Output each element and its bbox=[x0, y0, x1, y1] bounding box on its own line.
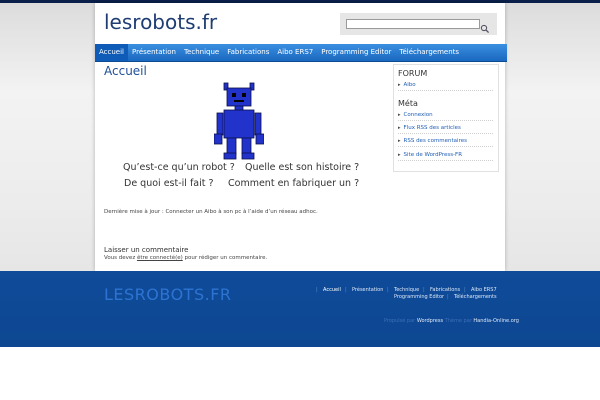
footer-nav-fabrications[interactable]: Fabrications bbox=[430, 287, 460, 293]
comment-notice-post: pour rédiger un commentaire. bbox=[182, 255, 268, 261]
login-link[interactable]: être connecté(e) bbox=[137, 255, 183, 261]
last-update-text: Dernière mise à jour : Connecter un Aibo… bbox=[104, 209, 318, 215]
footer-nav-telechargements[interactable]: Téléchargements bbox=[454, 294, 497, 300]
sidebar-item-connexion[interactable]: Connexion bbox=[398, 110, 493, 121]
question-how-to-build[interactable]: Comment en fabriquer un ? bbox=[228, 178, 359, 189]
nav-presentation[interactable]: Présentation bbox=[128, 44, 180, 61]
footer-nav-presentation[interactable]: Présentation bbox=[352, 287, 383, 293]
comment-notice: Vous devez être connecté(e) pour rédiger… bbox=[104, 255, 267, 261]
nav-technique[interactable]: Technique bbox=[180, 44, 223, 61]
main-nav: Accueil Présentation Technique Fabricati… bbox=[95, 44, 507, 62]
nav-accueil[interactable]: Accueil bbox=[95, 44, 128, 61]
search-icon[interactable] bbox=[480, 19, 490, 34]
question-history[interactable]: Quelle est son histoire ? bbox=[245, 162, 359, 173]
nav-aibo-ers7[interactable]: Aibo ERS7 bbox=[273, 44, 317, 61]
footer-separator: | bbox=[423, 287, 425, 293]
sidebar-item-rss-comments[interactable]: RSS des commentaires bbox=[398, 136, 493, 147]
comment-notice-pre: Vous devez bbox=[104, 255, 137, 261]
question-made-of[interactable]: De quoi est-il fait ? bbox=[124, 178, 214, 189]
credit-mid: Thème par bbox=[444, 318, 472, 324]
nav-fabrications[interactable]: Fabrications bbox=[223, 44, 273, 61]
sidebar-item-rss-articles[interactable]: Flux RSS des articles bbox=[398, 123, 493, 134]
footer-separator: | bbox=[464, 287, 466, 293]
footer-nav-technique[interactable]: Technique bbox=[394, 287, 419, 293]
sidebar-item-aibo[interactable]: Aibo bbox=[398, 80, 493, 91]
comment-heading: Laisser un commentaire bbox=[104, 246, 189, 254]
footer-nav-programming-editor[interactable]: Programming Editor bbox=[394, 294, 444, 300]
footer-logo: LESROBOTS.FR bbox=[104, 285, 232, 304]
search-input[interactable] bbox=[346, 19, 480, 29]
site-title[interactable]: lesrobots.fr bbox=[104, 10, 217, 34]
credit-prefix: Propulsé par bbox=[384, 318, 416, 324]
nav-programming-editor[interactable]: Programming Editor bbox=[317, 44, 395, 61]
sidebar-meta-heading: Méta bbox=[398, 99, 418, 108]
credit-wordpress-link[interactable]: Wordpress bbox=[417, 318, 443, 324]
footer-separator: | bbox=[345, 287, 347, 293]
footer-separator: | bbox=[316, 287, 318, 293]
sidebar-item-wordpress-fr[interactable]: Site de WordPress-FR bbox=[398, 150, 493, 161]
page-title[interactable]: Accueil bbox=[104, 64, 147, 78]
search-box bbox=[340, 13, 497, 35]
sidebar: FORUM Aibo Méta Connexion Flux RSS des a… bbox=[393, 64, 499, 172]
footer bbox=[0, 271, 600, 347]
sidebar-forum-heading: FORUM bbox=[398, 69, 428, 78]
nav-telechargements[interactable]: Téléchargements bbox=[395, 44, 463, 61]
footer-nav-aibo-ers7[interactable]: Aibo ERS7 bbox=[471, 287, 497, 293]
footer-separator: | bbox=[387, 287, 389, 293]
robot-illustration bbox=[214, 82, 264, 160]
footer-nav-accueil[interactable]: Accueil bbox=[323, 287, 341, 293]
question-what-is-robot[interactable]: Qu’est-ce qu’un robot ? bbox=[123, 162, 235, 173]
footer-separator: | bbox=[447, 294, 449, 300]
footer-credit: Propulsé par Wordpress Thème par Handia-… bbox=[384, 318, 519, 324]
credit-author-link[interactable]: Handia-Online.org bbox=[473, 318, 518, 324]
